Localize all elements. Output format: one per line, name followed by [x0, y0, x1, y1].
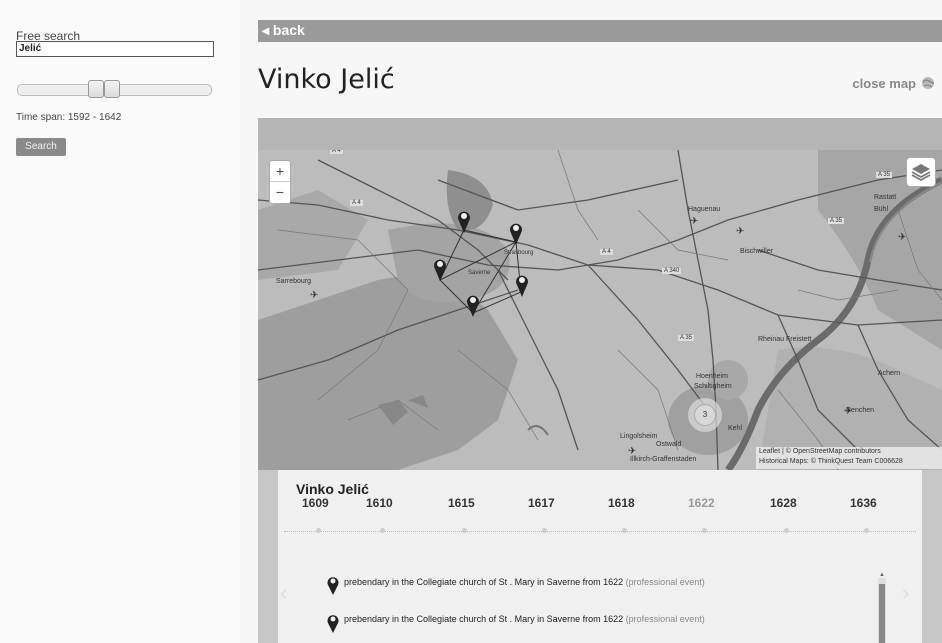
zoom-in-button[interactable]: + — [270, 161, 290, 182]
road-shield: A 4 — [330, 150, 343, 154]
map-pin-icon[interactable] — [456, 208, 472, 234]
timeline-year[interactable]: 1618 — [608, 496, 635, 510]
page-title: Vinko Jelić — [258, 64, 395, 95]
map[interactable]: A 4 A 4 A 4 A 340 A 35 A 35 A 35 Haguena… — [258, 150, 942, 470]
event-type: (professional event) — [625, 614, 705, 624]
timeline-axis — [284, 531, 916, 532]
town-label: Achern — [878, 370, 901, 377]
map-canvas — [258, 150, 942, 470]
layers-icon — [911, 164, 931, 182]
zoom-control: + − — [269, 160, 291, 204]
search-button[interactable]: Search — [16, 138, 66, 156]
town-label: Bischwiller — [740, 248, 774, 255]
airport-icon: ✈ — [690, 216, 699, 227]
town-label: Illkirch-Graffenstaden — [630, 456, 697, 463]
timeline-year[interactable]: 1617 — [528, 496, 555, 510]
town-label: Lingolsheim — [620, 433, 658, 440]
town-label: Kehl — [728, 425, 743, 432]
timeline-year[interactable]: 1615 — [448, 496, 475, 510]
event-text: prebendary in the Collegiate church of S… — [344, 614, 624, 624]
road-shield: A 4 — [600, 249, 613, 255]
timeline-dot — [316, 528, 321, 533]
road-shield: A 340 — [662, 268, 682, 274]
layers-button[interactable] — [906, 157, 936, 187]
town-label: Bühl — [874, 206, 889, 213]
airport-icon: ✈ — [898, 232, 907, 243]
zoom-out-button[interactable]: − — [270, 182, 290, 202]
map-pin-icon[interactable] — [508, 220, 524, 246]
timeline-year[interactable]: 1622 — [688, 496, 715, 510]
globe-icon[interactable] — [920, 75, 936, 91]
town-label: Schiltigheim — [694, 383, 732, 390]
map-header — [258, 118, 942, 150]
event-pin-icon — [327, 577, 339, 595]
map-pin-icon[interactable] — [465, 292, 481, 318]
airport-icon: ✈ — [844, 406, 853, 417]
town-label: Haguenau — [688, 206, 721, 213]
scroll-right-chevron[interactable]: › — [902, 580, 909, 606]
event-type: (professional event) — [625, 577, 705, 587]
timeline-year[interactable]: 1609 — [302, 496, 329, 510]
timeline-year[interactable]: 1628 — [770, 496, 797, 510]
timeline-person-name: Vinko Jelić — [296, 481, 369, 497]
cluster-count: 3 — [694, 404, 716, 426]
timeline-dot — [542, 528, 547, 533]
town-label: Saverne — [468, 270, 491, 276]
town-label: Strasbourg — [504, 250, 534, 256]
map-attribution: Leaflet | © OpenStreetMap contributors H… — [756, 447, 942, 469]
map-pin-icon[interactable] — [514, 272, 530, 298]
road-shield: A 35 — [678, 335, 695, 341]
timespan-value: 1592 - 1642 — [67, 112, 122, 123]
sidebar: Free search Jelić Time span: 1592 - 1642… — [0, 0, 240, 643]
timeline-dot — [622, 528, 627, 533]
event-item[interactable]: prebendary in the Collegiate church of S… — [344, 577, 705, 587]
road-shield: A 35 — [876, 172, 893, 178]
timeline-dot — [462, 528, 467, 533]
town-label: Rastatt — [874, 194, 897, 201]
timespan-slider-handle-start[interactable] — [88, 80, 104, 98]
timespan-slider-handle-end[interactable] — [104, 80, 120, 98]
map-pin-icon[interactable] — [432, 256, 448, 282]
event-text: prebendary in the Collegiate church of S… — [344, 577, 624, 587]
airport-icon: ✈ — [310, 290, 319, 301]
back-bar — [258, 20, 942, 42]
timeline-dot — [702, 528, 707, 533]
road-shield: A 4 — [350, 200, 363, 206]
timeline-side-right — [922, 470, 942, 643]
event-pin-icon — [327, 615, 339, 633]
town-label: Ostwald — [656, 441, 682, 448]
attribution-line: Historical Maps: © ThinkQuest Team C0066… — [759, 458, 903, 465]
event-scrollbar-thumb[interactable] — [879, 584, 885, 643]
timespan-label: Time span: — [16, 112, 66, 123]
close-map-link[interactable]: close map — [852, 76, 916, 91]
timeline-year[interactable]: 1636 — [850, 496, 877, 510]
road-shield: A 35 — [828, 218, 845, 224]
search-input[interactable]: Jelić — [16, 41, 214, 57]
attribution-line[interactable]: Leaflet | © OpenStreetMap contributors — [759, 447, 942, 457]
timeline-dot — [864, 528, 869, 533]
airport-icon: ✈ — [736, 226, 745, 237]
town-label: Rheinau Freistett — [758, 336, 812, 343]
town-label: Sarrebourg — [276, 278, 312, 285]
cluster-marker[interactable]: 3 — [688, 398, 722, 432]
timespan-text: Time span: 1592 - 1642 — [16, 112, 121, 123]
airport-icon: ✈ — [628, 446, 637, 457]
timeline-dot — [380, 528, 385, 533]
timeline-side-left — [258, 470, 278, 643]
back-link[interactable]: ◂ back — [262, 22, 305, 39]
timeline-year[interactable]: 1610 — [366, 496, 393, 510]
event-item[interactable]: prebendary in the Collegiate church of S… — [344, 614, 705, 624]
town-label: Hoenheim — [696, 373, 728, 380]
timeline-dot — [784, 528, 789, 533]
scroll-left-chevron[interactable]: ‹ — [280, 580, 287, 606]
